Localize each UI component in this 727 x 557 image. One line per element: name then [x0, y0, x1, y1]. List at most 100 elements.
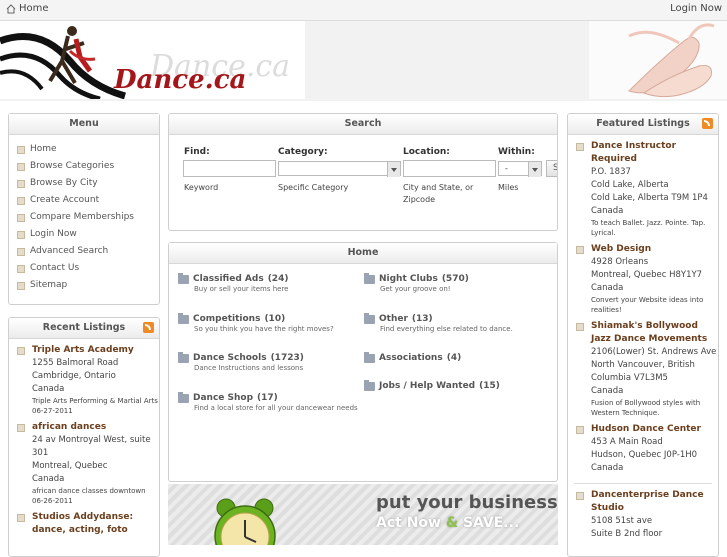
- home-panel: Home Classified Ads (24) Buy or sell your…: [168, 242, 558, 482]
- listing-title[interactable]: Dance Instructor Required: [591, 140, 718, 166]
- featured-listings-title: Featured Listings: [568, 114, 718, 135]
- rss-icon[interactable]: [702, 118, 713, 129]
- category-classified-ads[interactable]: Classified Ads (24) Buy or sell your item…: [178, 272, 358, 295]
- category-description: Find a local store for all your dancewea…: [194, 404, 358, 412]
- advertise-banner[interactable]: put your business ca Act Now & SAVE...: [168, 484, 558, 545]
- category-name: Dance Shop: [193, 393, 254, 403]
- folder-icon: [178, 312, 189, 324]
- bullet-icon: [576, 323, 584, 331]
- folder-icon: [364, 351, 375, 363]
- category-name: Associations: [379, 353, 443, 363]
- listing-address: Montreal, Quebec H8Y1Y7: [591, 270, 703, 280]
- listing-address: Suite B 2nd floor: [591, 529, 663, 539]
- bullet-icon: [17, 514, 25, 522]
- listing-title[interactable]: Shiamak's Bollywood Jazz Dance Movements: [591, 320, 718, 346]
- menu-item-home[interactable]: Home: [17, 141, 159, 158]
- find-input[interactable]: [183, 160, 276, 177]
- menu-item-label: Compare Memberships: [30, 212, 135, 222]
- menu-item-advanced-search[interactable]: Advanced Search: [17, 243, 159, 260]
- listing-title[interactable]: Hudson Dance Center: [591, 423, 718, 436]
- list-item: Dance Instructor Required P.O. 1837 Cold…: [568, 140, 718, 238]
- home-link-label: Home: [19, 3, 49, 14]
- category-other[interactable]: Other (13) Find everything else related t…: [364, 312, 544, 335]
- site-logo[interactable]: Dance.ca Dance.ca: [0, 21, 305, 99]
- banner-cta-ampersand: &: [445, 515, 459, 531]
- listing-date: 06-26-2011: [32, 497, 73, 505]
- house-icon: [6, 3, 16, 13]
- recent-listings-title-text: Recent Listings: [42, 322, 126, 333]
- menu-item-browse-categories[interactable]: Browse Categories: [17, 158, 159, 175]
- menu-item-contact-us[interactable]: Contact Us: [17, 260, 159, 277]
- category-select[interactable]: [278, 161, 401, 177]
- find-hint: Keyword: [184, 183, 219, 192]
- alarm-clock-icon: [214, 498, 276, 545]
- category-count: (4): [446, 353, 462, 363]
- listing-address: P.O. 1837: [591, 167, 631, 177]
- menu-item-create-account[interactable]: Create Account: [17, 192, 159, 209]
- listing-address: 24 av Montroyal West, suite 301: [32, 435, 151, 458]
- category-count: (1723): [270, 353, 304, 363]
- divider: [574, 483, 712, 484]
- menu-item-label: Sitemap: [30, 280, 68, 290]
- listing-title[interactable]: african dances: [32, 421, 159, 434]
- category-name: Classified Ads: [193, 274, 264, 284]
- category-description: Get your groove on!: [380, 285, 451, 293]
- category-dance-shop[interactable]: Dance Shop (17) Find a local store for al…: [178, 391, 358, 414]
- category-count: (10): [264, 314, 286, 324]
- category-jobs-help-wanted[interactable]: Jobs / Help Wanted (15): [364, 379, 544, 391]
- listing-address: Hudson, Quebec J0P-1H0: [591, 450, 698, 460]
- category-description: Find everything else related to dance.: [380, 325, 513, 333]
- menu-item-label: Create Account: [30, 195, 100, 205]
- listing-title[interactable]: Studios Addydanse: dance, acting, foto: [32, 511, 159, 537]
- listing-description: To teach Ballet. Jazz. Pointe. Tap. Lyri…: [591, 219, 706, 237]
- location-hint: City and State, or Zipcode: [403, 183, 474, 204]
- list-item: Hudson Dance Center 453 A Main Road Huds…: [568, 423, 718, 475]
- menu-item-label: Advanced Search: [30, 246, 109, 256]
- search-button[interactable]: Sea: [546, 160, 557, 177]
- listing-title[interactable]: Dancenterprise Dance Studio: [591, 489, 718, 515]
- list-item: Studios Addydanse: dance, acting, foto: [9, 511, 159, 537]
- menu-item-label: Contact Us: [30, 263, 80, 273]
- chevron-down-icon: [387, 162, 400, 177]
- folder-icon: [178, 391, 189, 403]
- menu-item-browse-by-city[interactable]: Browse By City: [17, 175, 159, 192]
- menu-item-compare-memberships[interactable]: Compare Memberships: [17, 209, 159, 226]
- banner-cta-save: SAVE...: [462, 515, 520, 531]
- category-dance-schools[interactable]: Dance Schools (1723) Dance Instructions a…: [178, 351, 358, 374]
- rss-icon[interactable]: [143, 322, 154, 333]
- folder-icon: [364, 312, 375, 324]
- menu-item-login-now[interactable]: Login Now: [17, 226, 159, 243]
- listing-address: Montreal, Quebec: [32, 461, 108, 471]
- category-night-clubs[interactable]: Night Clubs (570) Get your groove on!: [364, 272, 544, 295]
- category-hint: Specific Category: [278, 183, 349, 192]
- search-panel-title: Search: [169, 114, 557, 135]
- bullet-icon: [576, 143, 584, 151]
- listing-address: 5108 51st ave: [591, 516, 653, 526]
- folder-icon: [178, 272, 189, 284]
- home-link[interactable]: Home: [6, 3, 49, 14]
- listing-title[interactable]: Triple Arts Academy: [32, 344, 159, 357]
- menu-item-sitemap[interactable]: Sitemap: [17, 277, 159, 294]
- within-select[interactable]: -: [498, 161, 542, 177]
- category-name: Night Clubs: [379, 274, 438, 284]
- listing-description: Fusion of Bollywood styles with Western …: [591, 399, 701, 417]
- listing-description: Triple Arts Performing & Martial Arts: [32, 397, 158, 405]
- listing-address: 4928 Orleans: [591, 257, 649, 267]
- recent-listings-title: Recent Listings: [9, 318, 159, 339]
- category-competitions[interactable]: Competitions (10) So you think you have t…: [178, 312, 358, 335]
- listing-address: 453 A Main Road: [591, 437, 663, 447]
- within-label: Within:: [498, 147, 535, 157]
- bullet-icon: [17, 196, 25, 205]
- location-input[interactable]: [403, 160, 496, 177]
- category-associations[interactable]: Associations (4): [364, 351, 544, 363]
- recent-listings-panel: Recent Listings Triple Arts Academy 1255…: [8, 317, 160, 557]
- login-link[interactable]: Login Now: [670, 3, 722, 14]
- banner-headline: put your business ca: [376, 492, 558, 513]
- listing-title[interactable]: Web Design: [591, 243, 718, 256]
- top-bar: Home Login Now: [0, 0, 727, 21]
- bullet-icon: [576, 426, 584, 434]
- bullet-icon: [17, 162, 25, 171]
- bullet-icon: [17, 247, 25, 256]
- category-name: Other: [379, 314, 408, 324]
- home-panel-title: Home: [169, 243, 557, 264]
